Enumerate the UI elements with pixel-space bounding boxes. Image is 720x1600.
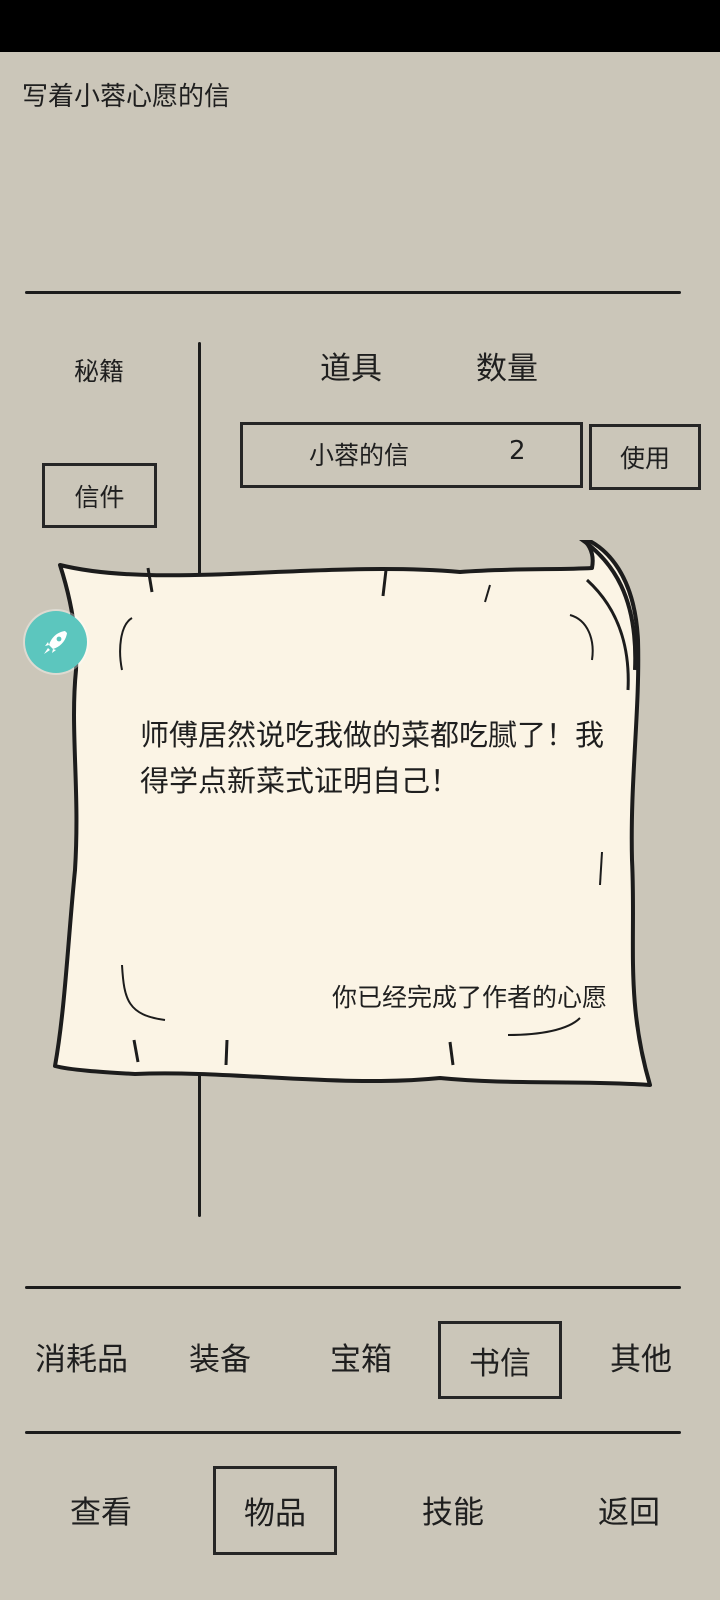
item-row[interactable]: 小蓉的信 2 (240, 422, 583, 488)
nav-back[interactable]: 返回 (598, 1487, 660, 1532)
nav-items-label: 物品 (244, 1496, 306, 1532)
use-button-label: 使用 (619, 444, 670, 473)
use-button[interactable]: 使用 (589, 424, 701, 490)
tab-other[interactable]: 其他 (610, 1334, 672, 1379)
sidebar-item-letters-label: 信件 (74, 482, 125, 512)
item-quantity: 2 (509, 436, 526, 466)
floating-assist-button[interactable] (25, 611, 87, 673)
column-header-item: 道具 (320, 351, 382, 387)
sidebar-item-secret-books[interactable]: 秘籍 (74, 352, 124, 388)
sidebar-item-letters[interactable]: 信件 (42, 463, 157, 528)
nav-top-divider (25, 1431, 681, 1434)
letter-paper (53, 540, 652, 1087)
item-name: 小蓉的信 (309, 441, 410, 470)
letter-body: 师傅居然说吃我做的菜都吃腻了！我得学点新菜式证明自己！ (140, 718, 605, 798)
status-bar (0, 0, 720, 52)
tab-treasure-chests[interactable]: 宝箱 (330, 1334, 392, 1379)
nav-items[interactable]: 物品 (213, 1466, 337, 1555)
nav-skills[interactable]: 技能 (422, 1487, 484, 1532)
top-divider (25, 291, 681, 294)
tabs-top-divider (25, 1286, 681, 1289)
item-description: 写着小蓉心愿的信 (22, 82, 231, 112)
column-header-quantity: 数量 (476, 351, 538, 387)
letter-footer: 你已经完成了作者的心愿 (332, 983, 608, 1012)
tab-consumables[interactable]: 消耗品 (35, 1334, 128, 1379)
rocket-icon (44, 631, 67, 654)
tab-letters-label: 书信 (469, 1345, 531, 1382)
nav-view[interactable]: 查看 (70, 1487, 132, 1532)
tab-equipment[interactable]: 装备 (189, 1334, 251, 1379)
tab-letters[interactable]: 书信 (438, 1321, 562, 1399)
